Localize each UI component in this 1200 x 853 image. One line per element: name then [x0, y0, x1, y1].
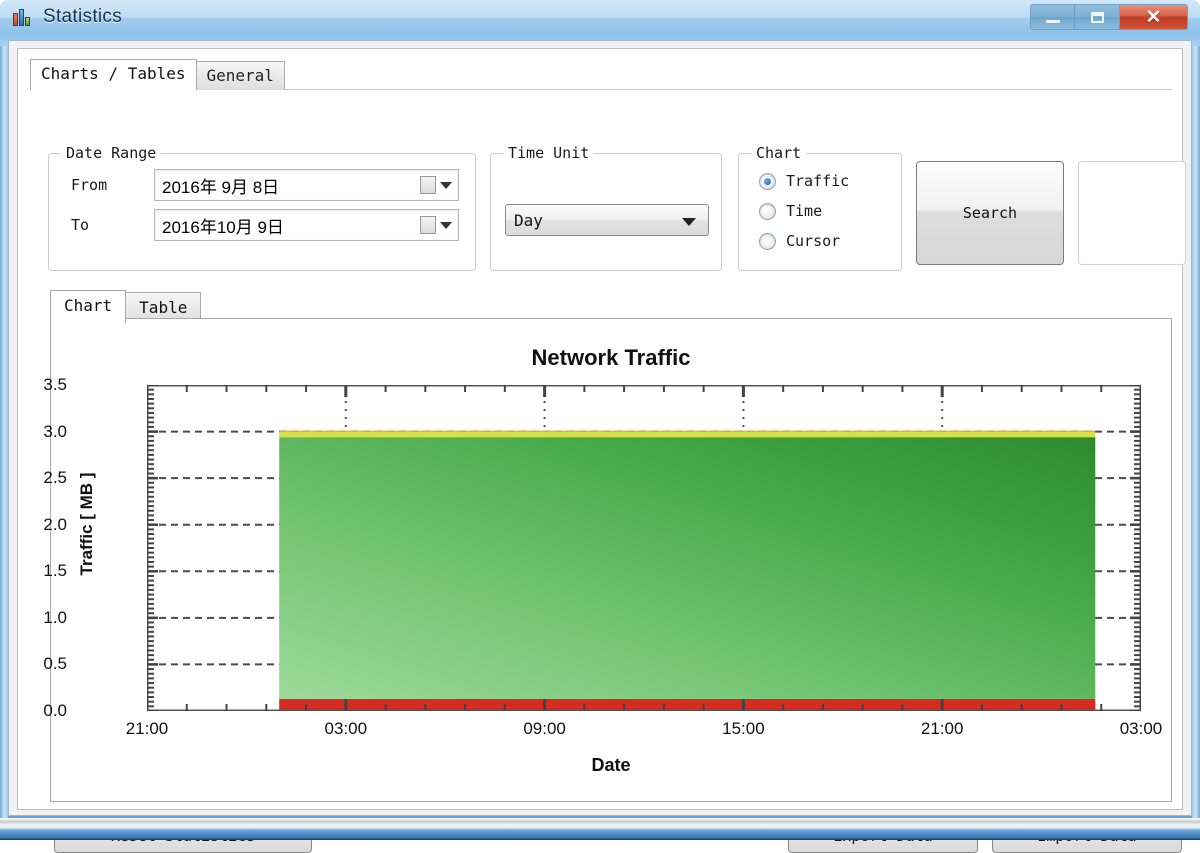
- status-panel: [1078, 161, 1186, 265]
- from-date-controls[interactable]: [420, 176, 452, 194]
- chevron-down-icon: [682, 218, 696, 226]
- date-range-legend: Date Range: [61, 144, 162, 162]
- client-area: Charts / Tables General Date Range From …: [8, 40, 1192, 853]
- radio-cursor-indicator: [759, 232, 776, 250]
- chart-x-axis-label: Date: [591, 755, 631, 775]
- time-unit-group: Time Unit Day: [490, 144, 722, 271]
- x-tick-label: 21:00: [125, 719, 169, 738]
- tab-charts-tables[interactable]: Charts / Tables: [30, 59, 197, 90]
- desktop-strip: [0, 818, 1200, 840]
- x-tick-label: 03:00: [1119, 719, 1163, 738]
- application-window: Statistics ✕ Charts / Tables General Dat…: [0, 0, 1200, 853]
- minimize-button[interactable]: [1030, 4, 1075, 30]
- chevron-down-icon[interactable]: [440, 221, 452, 229]
- y-tick-label: 0.0: [43, 701, 67, 720]
- time-unit-legend: Time Unit: [503, 144, 595, 162]
- close-button[interactable]: ✕: [1120, 4, 1188, 30]
- radio-traffic-indicator: [759, 172, 776, 190]
- title-bar-left: Statistics: [12, 6, 122, 28]
- y-tick-label: 1.0: [43, 607, 67, 627]
- chart-type-legend: Chart: [751, 144, 807, 162]
- radio-cursor-label: Cursor: [786, 232, 841, 250]
- chart-type-group: Chart Traffic Time Cursor: [738, 144, 902, 271]
- calendar-page-icon: [420, 176, 436, 194]
- minimize-icon: [1045, 20, 1060, 23]
- to-date-value: 2016年10月 9日: [162, 217, 284, 237]
- date-range-group: Date Range From 2016年 9月 8日 To 2016年10月 …: [48, 144, 476, 271]
- plot-area: [145, 383, 1143, 713]
- y-tick-label: 3.5: [43, 375, 67, 394]
- from-label: From: [71, 176, 108, 194]
- chevron-down-icon[interactable]: [440, 181, 452, 189]
- calendar-page-icon: [420, 216, 436, 234]
- bar-chart-icon: [12, 6, 34, 28]
- maximize-icon: [1090, 11, 1104, 23]
- to-date-input[interactable]: 2016年10月 9日: [154, 209, 459, 241]
- chart-title: Network Traffic: [531, 345, 691, 370]
- chart-svg: [145, 383, 1143, 713]
- x-tick-label: 15:00: [722, 719, 765, 738]
- close-icon: ✕: [1145, 6, 1162, 28]
- x-tick-label: 21:00: [920, 719, 964, 738]
- radio-time-indicator: [759, 202, 776, 220]
- radio-traffic[interactable]: Traffic: [759, 172, 849, 190]
- from-date-value: 2016年 9月 8日: [162, 177, 280, 197]
- radio-cursor[interactable]: Cursor: [759, 232, 840, 250]
- tab-general[interactable]: General: [195, 61, 285, 90]
- y-tick-label: 3.0: [43, 421, 67, 441]
- window-title: Statistics: [43, 6, 123, 27]
- y-tick-label: 1.5: [43, 561, 67, 581]
- time-unit-value: Day: [514, 210, 543, 230]
- tab-chart[interactable]: Chart: [50, 290, 127, 323]
- to-date-controls[interactable]: [420, 216, 452, 234]
- radio-time-label: Time: [786, 202, 823, 220]
- y-tick-label: 0.5: [43, 654, 67, 674]
- chart-panel: Network Traffic Traffic [ MB ] Date 0.0 0…: [43, 318, 1172, 802]
- from-date-input[interactable]: 2016年 9月 8日: [154, 169, 459, 201]
- x-tick-label: 09:00: [523, 719, 566, 738]
- y-tick-label: 2.0: [43, 514, 67, 534]
- window-controls: ✕: [1030, 4, 1188, 30]
- to-label: To: [71, 216, 90, 234]
- x-tick-label: 03:00: [324, 719, 368, 738]
- maximize-button[interactable]: [1075, 4, 1120, 30]
- search-button[interactable]: Search: [916, 161, 1064, 265]
- window-frame-right: [1192, 0, 1200, 840]
- y-tick-label: 2.5: [43, 468, 67, 488]
- chart-y-axis-label: Traffic [ MB ]: [77, 472, 96, 576]
- inner-panel: Charts / Tables General Date Range From …: [17, 48, 1186, 853]
- radio-traffic-label: Traffic: [786, 172, 850, 190]
- time-unit-select[interactable]: Day: [505, 204, 709, 236]
- radio-time[interactable]: Time: [759, 202, 822, 220]
- top-tab-bar: Charts / Tables General: [30, 59, 285, 90]
